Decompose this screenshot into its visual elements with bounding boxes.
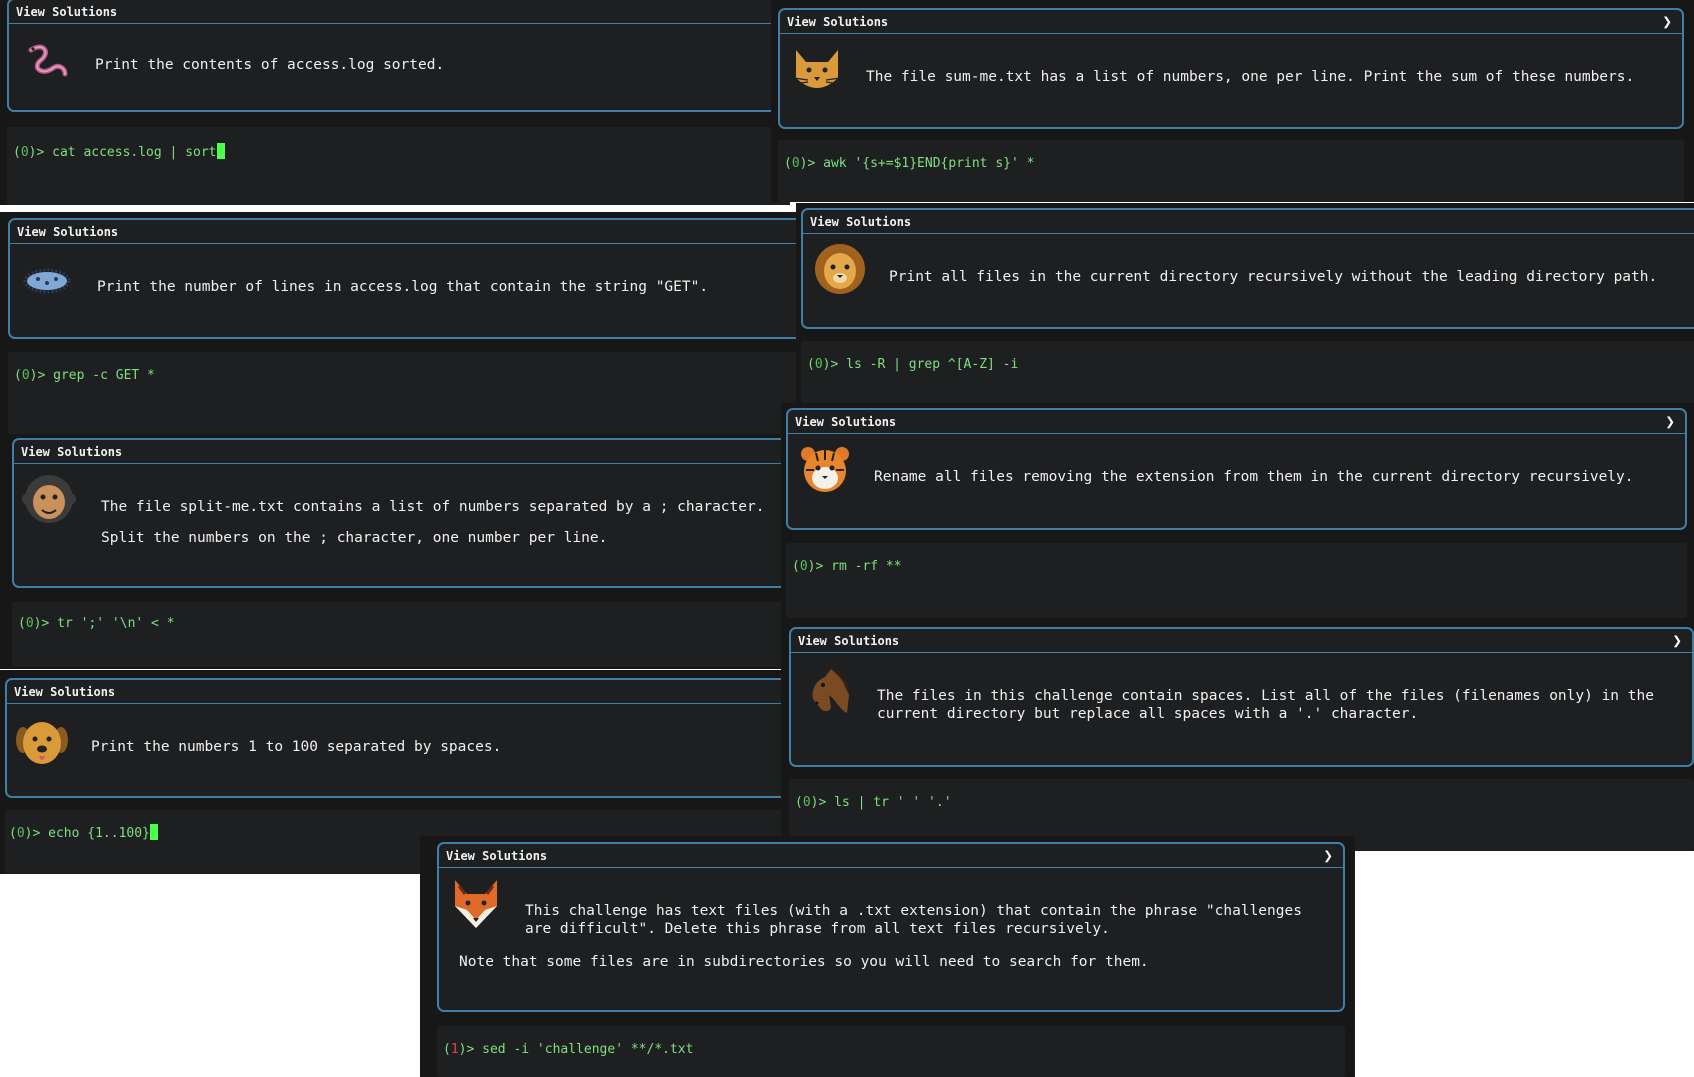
challenge-description-note: Note that some files are in subdirectori… [459,954,1149,970]
worm-icon [28,44,68,77]
chevron-right-icon[interactable]: ❯ [1672,631,1682,650]
view-solutions-label: View Solutions [16,4,118,19]
view-solutions-label: View Solutions [21,444,123,459]
fox-icon [455,880,497,928]
challenge-card: View Solutions ❯ Rename all files removin… [786,408,1687,530]
view-solutions-header[interactable]: View Solutions [10,220,800,244]
command-text: echo {1..100} [48,826,150,841]
view-solutions-label: View Solutions [787,14,889,29]
challenge-card: View Solutions Print the number of lines… [8,218,800,339]
exit-code: 0 [25,616,34,631]
exit-code: 0 [16,826,25,841]
view-solutions-label: View Solutions [17,224,119,239]
view-solutions-header[interactable]: View Solutions❯ [803,210,1694,234]
view-solutions-label: View Solutions [798,633,900,648]
challenge-description: Print the contents of access.log sorted. [95,57,445,73]
command-text: ls -R | grep ^[A-Z] -i [846,357,1019,372]
command-text: grep -c GET * [53,368,155,383]
view-solutions-header[interactable]: View Solutions ❯ [780,10,1682,34]
terminal-prompt[interactable]: (1)> sed -i 'challenge' **/*.txt [443,1042,693,1057]
tiger-icon [801,447,849,492]
challenge-tile-split-numbers: View Solutions The file split-me.txt con… [0,434,790,669]
exit-code: 0 [802,795,811,810]
exit-code: 0 [21,368,30,383]
chevron-right-icon[interactable]: ❯ [1665,412,1675,431]
challenge-description: The file sum-me.txt has a list of number… [866,69,1635,85]
exit-code: 0 [814,357,823,372]
challenge-card: View Solutions ❯ The file sum-me.txt has … [778,8,1684,129]
challenge-description: Print all files in the current directory… [889,269,1658,285]
challenge-card: View Solutions Print the numbers 1 to 10… [5,678,790,798]
terminal-input[interactable]: (0)> grep -c GET * [8,352,800,434]
challenge-tile-sorted-log: View Solutions Print the contents of acc… [0,0,790,205]
view-solutions-header[interactable]: View Solutions ❯ [788,410,1685,434]
view-solutions-header[interactable]: View Solutions [7,680,790,704]
text-cursor [149,824,158,840]
challenge-description-line2: current directory but replace all spaces… [877,706,1419,722]
challenge-tile-replace-spaces: View Solutions ❯ The files in this challe… [781,618,1694,851]
chevron-right-icon[interactable]: ❯ [1662,12,1672,31]
dog-icon [16,722,68,764]
terminal-input[interactable]: (0)> ls -R | grep ^[A-Z] -i [801,341,1694,403]
challenge-tile-count-get: View Solutions Print the number of lines… [0,212,800,434]
view-solutions-label: View Solutions [446,848,548,863]
exit-code: 0 [791,156,800,171]
challenge-description: This challenge has text files (with a .t… [525,903,1302,919]
cat-icon [793,50,841,88]
microbe-icon [23,268,71,294]
challenge-card: View Solutions❯ Print all files in the c… [801,208,1694,329]
challenge-description: The files in this challenge contain spac… [877,688,1654,704]
terminal-prompt[interactable]: (0)> awk '{s+=$1}END{print s}' * [784,156,1034,171]
chevron-right-icon[interactable]: ❯ [1323,846,1333,865]
challenge-tile-sum-numbers: View Solutions ❯ The file sum-me.txt has … [771,0,1694,202]
view-solutions-header[interactable]: View Solutions ❯ [439,844,1343,868]
exit-code: 1 [450,1042,459,1057]
command-text: tr ';' '\n' < * [57,616,175,631]
view-solutions-header[interactable]: View Solutions [9,0,790,24]
lion-icon [815,244,865,294]
terminal-prompt[interactable]: (0)> ls -R | grep ^[A-Z] -i [807,357,1018,372]
terminal-prompt[interactable]: (0)> cat access.log | sort [13,143,225,160]
terminal-prompt[interactable]: (0)> echo {1..100} [9,824,158,841]
challenge-card: View Solutions The file split-me.txt con… [12,438,790,588]
challenge-card: View Solutions Print the contents of acc… [7,0,790,112]
challenge-tile-list-files: View Solutions❯ Print all files in the c… [796,203,1694,403]
view-solutions-label: View Solutions [14,684,116,699]
view-solutions-header[interactable]: View Solutions [14,440,790,464]
challenge-tile-rename-files: View Solutions ❯ Rename all files removin… [781,403,1694,618]
challenge-description-line2: are difficult". Delete this phrase from … [525,921,1110,937]
terminal-prompt[interactable]: (0)> ls | tr ' ' '.' [795,795,952,810]
terminal-input[interactable]: (0)> tr ';' '\n' < * [12,602,790,667]
terminal-input[interactable]: (0)> cat access.log | sort [7,127,790,205]
view-solutions-header[interactable]: View Solutions ❯ [791,629,1692,653]
challenge-description: The file split-me.txt contains a list of… [101,499,765,515]
command-text: awk '{s+=$1}END{print s}' * [823,156,1035,171]
challenge-description: Print the numbers 1 to 100 separated by … [91,739,502,755]
challenge-tile-delete-phrase: View Solutions ❯ This challenge has text … [420,836,1355,1077]
monkey-icon [22,475,76,523]
view-solutions-label: View Solutions [795,414,897,429]
terminal-input[interactable]: (0)> awk '{s+=$1}END{print s}' * [778,140,1684,202]
terminal-input[interactable]: (0)> rm -rf ** [786,543,1687,618]
exit-code: 0 [799,559,808,574]
terminal-input[interactable]: (1)> sed -i 'challenge' **/*.txt [437,1026,1345,1077]
challenge-description: Print the number of lines in access.log … [97,279,709,295]
challenge-card: View Solutions ❯ This challenge has text … [437,842,1345,1012]
command-text: rm -rf ** [831,559,902,574]
view-solutions-label: View Solutions [810,214,912,229]
terminal-prompt[interactable]: (0)> grep -c GET * [14,368,155,383]
challenge-description: Rename all files removing the extension … [874,469,1634,485]
terminal-prompt[interactable]: (0)> rm -rf ** [792,559,902,574]
exit-code: 0 [20,145,29,160]
text-cursor [216,143,225,159]
command-text: sed -i 'challenge' **/*.txt [482,1042,694,1057]
challenge-card: View Solutions ❯ The files in this challe… [789,627,1694,767]
challenge-description-line2: Split the numbers on the ; character, on… [101,530,608,546]
command-text: cat access.log | sort [52,145,217,160]
terminal-prompt[interactable]: (0)> tr ';' '\n' < * [18,616,175,631]
horse-icon [812,669,849,713]
command-text: ls | tr ' ' '.' [834,795,952,810]
